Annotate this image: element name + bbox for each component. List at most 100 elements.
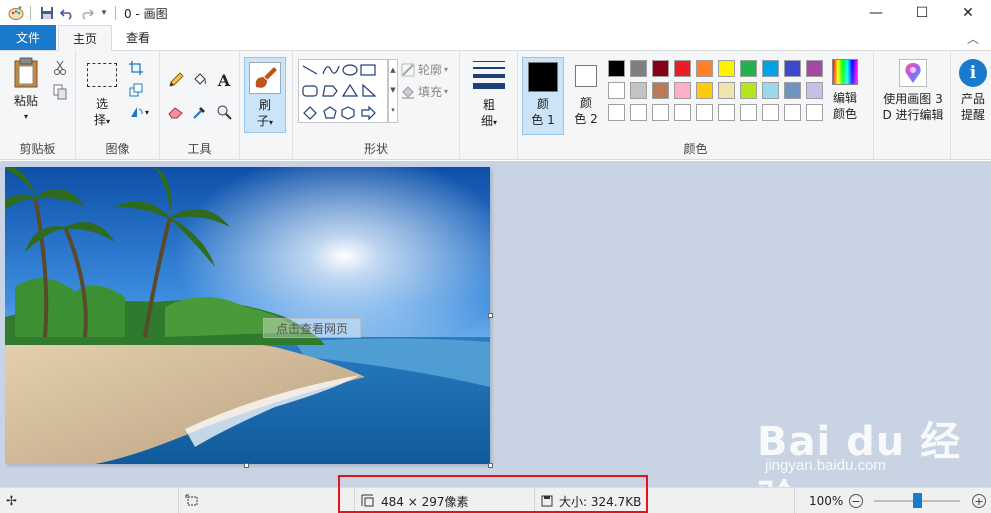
fill-bucket-icon[interactable] bbox=[190, 71, 210, 89]
palette-swatch[interactable] bbox=[674, 60, 691, 77]
file-size-text: 大小: 324.7KB bbox=[559, 494, 642, 509]
palette-swatch[interactable] bbox=[806, 60, 823, 77]
edit-with-paint3d-button[interactable]: 使用画图 3 D 进行编辑 bbox=[878, 59, 948, 123]
palette-swatch[interactable] bbox=[740, 60, 757, 77]
resize-icon[interactable] bbox=[126, 81, 146, 99]
palette-swatch[interactable] bbox=[784, 104, 801, 121]
info-icon: i bbox=[959, 59, 987, 87]
palette-swatch[interactable] bbox=[806, 104, 823, 121]
color2-label-2: 色 2 bbox=[574, 112, 598, 126]
redo-icon[interactable] bbox=[77, 3, 97, 23]
outline-button[interactable]: 轮廓 ▾ bbox=[401, 61, 448, 78]
minimize-button[interactable]: — bbox=[853, 0, 899, 26]
palette-swatch[interactable] bbox=[608, 104, 625, 121]
zoom-in-button[interactable]: + bbox=[972, 494, 986, 508]
palette-swatch[interactable] bbox=[674, 104, 691, 121]
zoom-cell: 100% − + bbox=[794, 488, 991, 513]
palette-swatch[interactable] bbox=[806, 82, 823, 99]
pencil-icon[interactable] bbox=[166, 71, 186, 89]
palette-swatch[interactable] bbox=[696, 82, 713, 99]
palette-swatch[interactable] bbox=[762, 60, 779, 77]
group-colors: 颜 色 1 颜 色 2 颜色 编辑 颜色 bbox=[518, 51, 874, 160]
palette-swatch[interactable] bbox=[608, 60, 625, 77]
magnifier-icon[interactable] bbox=[214, 103, 234, 121]
color1-button[interactable]: 颜 色 1 bbox=[522, 57, 564, 135]
customize-toolbar-icon[interactable]: ▾ bbox=[97, 3, 111, 23]
line-width-icon bbox=[473, 61, 505, 91]
product-alert-button[interactable]: i 产品 提醒 bbox=[955, 59, 991, 123]
palette-swatch[interactable] bbox=[718, 82, 735, 99]
resize-handle-bottom[interactable] bbox=[244, 463, 249, 468]
product-alert-label-2: 提醒 bbox=[960, 108, 985, 122]
group-clipboard: 粘贴 ▾ 剪贴板 bbox=[0, 51, 76, 160]
group-shapes: ▲ ▼ ▾ 轮廓 ▾ 填充 ▾ 形状 bbox=[293, 51, 460, 160]
crop-icon[interactable] bbox=[126, 59, 146, 77]
color1-label-2: 色 1 bbox=[531, 113, 555, 127]
maximize-button[interactable]: ☐ bbox=[899, 0, 945, 26]
separator bbox=[115, 6, 116, 20]
drawing-canvas[interactable]: 点击查看网页 bbox=[5, 167, 490, 464]
save-icon[interactable] bbox=[37, 3, 57, 23]
text-tool-icon[interactable]: A bbox=[214, 71, 234, 90]
zoom-slider-thumb[interactable] bbox=[913, 493, 922, 508]
group-tools: A 工具 bbox=[160, 51, 240, 160]
select-button[interactable]: 选 择▾ bbox=[84, 63, 120, 130]
selection-size-icon bbox=[185, 494, 198, 506]
edit-colors-button[interactable]: 编辑 颜色 bbox=[826, 59, 864, 122]
tab-home[interactable]: 主页 bbox=[58, 25, 113, 51]
tab-view[interactable]: 查看 bbox=[112, 25, 164, 50]
image-size-icon bbox=[361, 494, 374, 507]
palette-swatch[interactable] bbox=[608, 82, 625, 99]
color2-swatch bbox=[575, 65, 597, 87]
size-label-2: 细 bbox=[480, 114, 493, 128]
palette-swatch[interactable] bbox=[630, 82, 647, 99]
resize-handle-corner[interactable] bbox=[488, 463, 493, 468]
tab-file[interactable]: 文件 bbox=[0, 25, 56, 50]
size-button[interactable]: 粗 细▾ bbox=[470, 59, 508, 131]
color2-label: 颜 bbox=[579, 96, 592, 110]
paint3d-icon bbox=[899, 59, 927, 87]
paint-app-icon[interactable] bbox=[6, 3, 26, 23]
palette-swatch[interactable] bbox=[784, 82, 801, 99]
palette-swatch[interactable] bbox=[630, 60, 647, 77]
palette-swatch[interactable] bbox=[718, 104, 735, 121]
palette-swatch[interactable] bbox=[762, 104, 779, 121]
palette-swatch[interactable] bbox=[652, 82, 669, 99]
color2-button[interactable]: 颜 色 2 bbox=[566, 57, 606, 135]
palette-swatch[interactable] bbox=[762, 82, 779, 99]
fill-button[interactable]: 填充 ▾ bbox=[401, 83, 448, 100]
palette-swatch[interactable] bbox=[740, 82, 757, 99]
undo-icon[interactable] bbox=[57, 3, 77, 23]
copy-icon[interactable] bbox=[50, 83, 70, 101]
color-picker-icon[interactable] bbox=[190, 103, 210, 121]
palette-swatch[interactable] bbox=[652, 104, 669, 121]
brushes-button[interactable]: 刷 子▾ bbox=[244, 57, 286, 133]
group-label-colors: 颜色 bbox=[683, 142, 708, 156]
status-bar: ✢ 484 × 297像素 大小: 324.7KB 100% − + bbox=[0, 487, 991, 513]
palette-swatch[interactable] bbox=[630, 104, 647, 121]
palette-swatch[interactable] bbox=[696, 60, 713, 77]
shapes-gallery[interactable] bbox=[298, 59, 388, 123]
palette-swatch[interactable] bbox=[718, 60, 735, 77]
edit-colors-label-2: 颜色 bbox=[832, 107, 857, 121]
group-label-shapes: 形状 bbox=[363, 142, 388, 156]
palette-swatch[interactable] bbox=[784, 60, 801, 77]
view-webpage-overlay[interactable]: 点击查看网页 bbox=[263, 318, 361, 338]
palette-swatch[interactable] bbox=[674, 82, 691, 99]
zoom-slider[interactable] bbox=[795, 488, 991, 513]
close-button[interactable]: ✕ bbox=[945, 0, 991, 26]
cut-icon[interactable] bbox=[50, 59, 70, 77]
ribbon-tabs: 文件 主页 查看 bbox=[0, 25, 991, 51]
eraser-icon[interactable] bbox=[166, 103, 186, 121]
rotate-icon[interactable]: ▾ bbox=[126, 103, 152, 121]
resize-handle-right[interactable] bbox=[488, 313, 493, 318]
palette-swatch[interactable] bbox=[696, 104, 713, 121]
palette-swatch[interactable] bbox=[652, 60, 669, 77]
shapes-scrollbar[interactable]: ▲ ▼ ▾ bbox=[388, 59, 398, 123]
image-size-cell: 484 × 297像素 bbox=[354, 488, 534, 513]
paste-button[interactable]: 粘贴 ▾ bbox=[6, 57, 46, 125]
paint3d-label-2: D 进行编辑 bbox=[882, 108, 944, 122]
palette-swatch[interactable] bbox=[740, 104, 757, 121]
brushes-label: 刷 bbox=[258, 98, 271, 112]
collapse-ribbon-icon[interactable]: ︿ bbox=[967, 30, 979, 47]
